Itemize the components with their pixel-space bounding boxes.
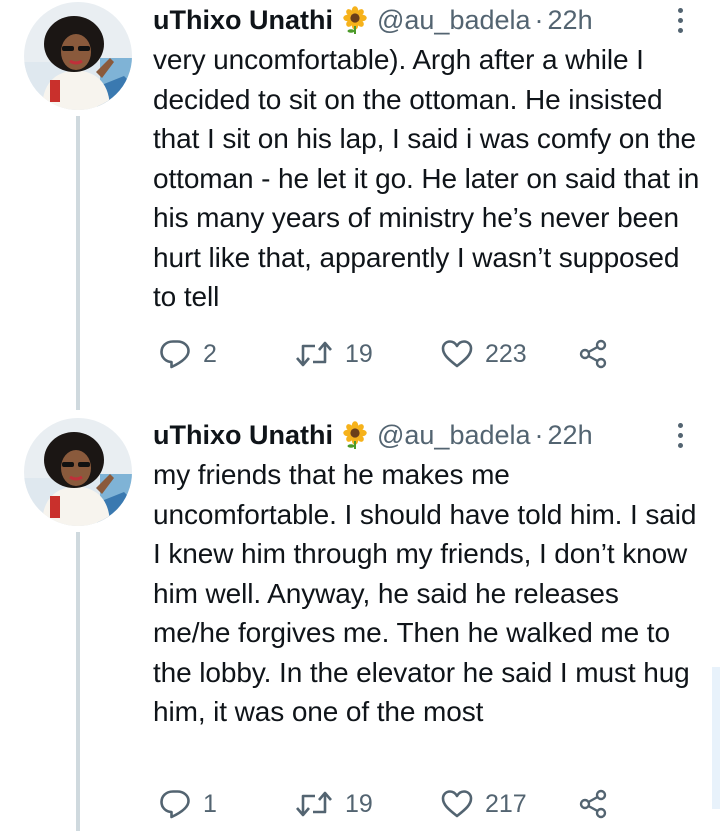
reply-button[interactable]: 2: [159, 334, 217, 374]
like-count: 217: [485, 789, 527, 818]
more-options-icon[interactable]: [668, 2, 692, 38]
scroll-indicator: [712, 667, 720, 809]
tweet-text: very uncomfortable). Argh after a while …: [153, 44, 700, 312]
more-options-icon[interactable]: [668, 417, 692, 453]
tweet-header: uThixo Unathi @au_badela · 22h: [153, 2, 680, 38]
tweet-header: uThixo Unathi @au_badela · 22h: [153, 417, 680, 453]
retweet-icon: [296, 341, 332, 367]
share-icon: [579, 339, 607, 369]
tweet-actions: 1 19 217: [153, 784, 680, 824]
like-button[interactable]: 217: [441, 784, 527, 824]
heart-icon: [441, 790, 473, 818]
timestamp[interactable]: 22h: [548, 420, 593, 451]
display-name[interactable]: uThixo Unathi: [153, 5, 333, 36]
avatar[interactable]: [24, 418, 132, 526]
reply-icon: [160, 790, 190, 819]
timestamp[interactable]: 22h: [548, 5, 593, 36]
separator-dot: ·: [534, 419, 544, 450]
retweet-icon: [296, 791, 332, 817]
tweet[interactable]: uThixo Unathi @au_badela · 22h: [0, 0, 720, 410]
reply-count: 1: [203, 789, 217, 818]
retweet-count: 19: [345, 339, 373, 368]
tweet[interactable]: uThixo Unathi @au_badela · 22h: [0, 400, 720, 831]
thread-connector-line: [76, 532, 80, 831]
tweet-text: my friends that he makes me uncomfortabl…: [153, 459, 697, 727]
reply-icon: [160, 340, 190, 369]
retweet-button[interactable]: 19: [295, 784, 373, 824]
avatar[interactable]: [24, 2, 132, 110]
share-icon: [579, 789, 607, 819]
separator-dot: ·: [534, 4, 544, 35]
reply-button[interactable]: 1: [159, 784, 217, 824]
like-button[interactable]: 223: [441, 334, 527, 374]
sunflower-emoji-icon: [341, 6, 369, 34]
user-handle[interactable]: @au_badela: [377, 5, 531, 36]
tweet-actions: 2 19 223: [153, 334, 680, 374]
user-handle[interactable]: @au_badela: [377, 420, 531, 451]
retweet-count: 19: [345, 789, 373, 818]
like-count: 223: [485, 339, 527, 368]
heart-icon: [441, 340, 473, 368]
reply-count: 2: [203, 339, 217, 368]
sunflower-emoji-icon: [341, 421, 369, 449]
thread-connector-line: [76, 116, 80, 410]
display-name[interactable]: uThixo Unathi: [153, 420, 333, 451]
share-button[interactable]: [577, 784, 609, 824]
share-button[interactable]: [577, 334, 609, 374]
retweet-button[interactable]: 19: [295, 334, 373, 374]
